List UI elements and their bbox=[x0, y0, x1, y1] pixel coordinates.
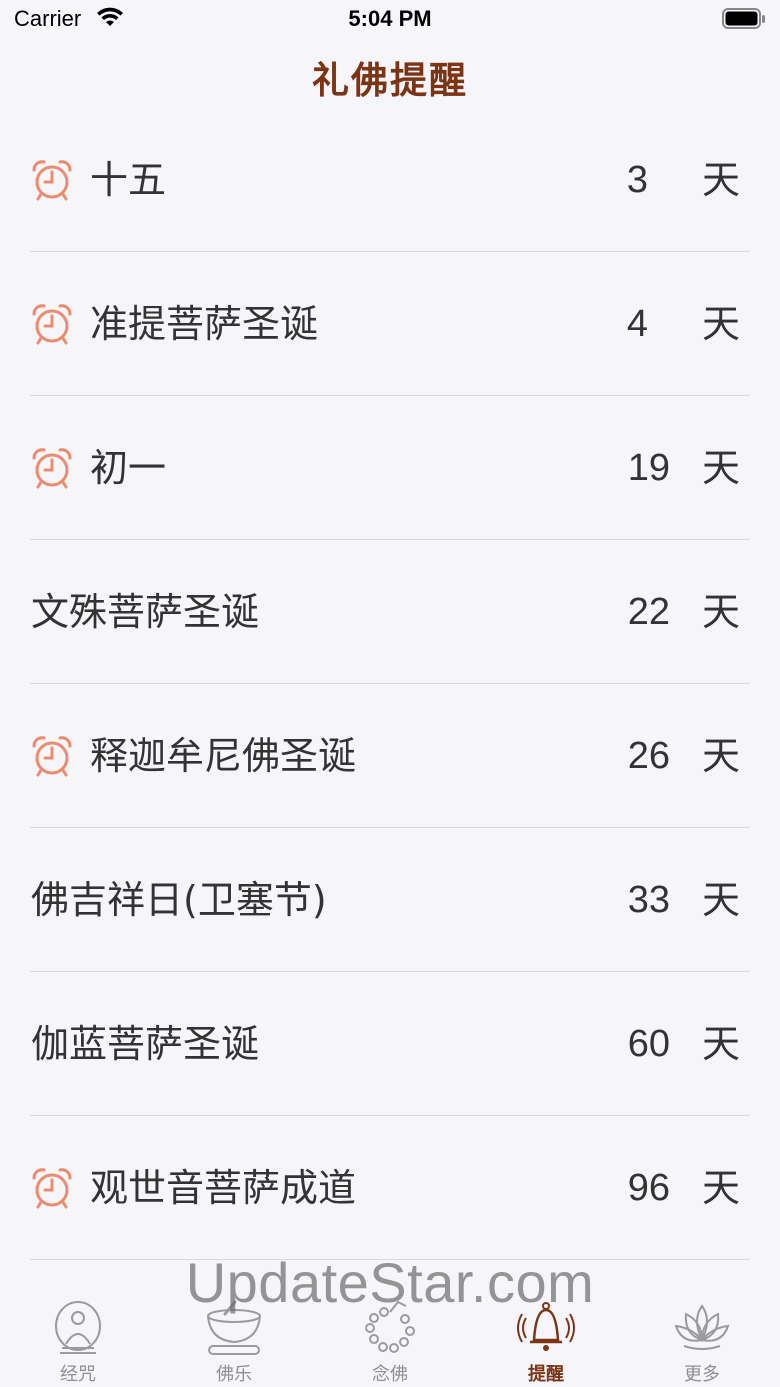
reminder-name: 文殊菩萨圣诞 bbox=[31, 590, 260, 634]
reminder-name: 观世音菩萨成道 bbox=[90, 1166, 357, 1210]
clock: 5:04 PM bbox=[348, 6, 432, 31]
reminder-list: 十五 3 天 准提菩萨圣诞 4 天 初一 19 天 文殊菩萨圣诞 22 天 释迦… bbox=[0, 108, 780, 1260]
reminder-row[interactable]: 初一 19 天 bbox=[0, 396, 780, 540]
days-unit: 天 bbox=[701, 734, 740, 778]
days-count: 22 bbox=[627, 591, 670, 633]
reminder-row[interactable]: 文殊菩萨圣诞 22 天 bbox=[0, 540, 780, 684]
days-unit: 天 bbox=[701, 878, 740, 922]
days-count: 19 bbox=[627, 447, 670, 489]
reminder-name: 释迦牟尼佛圣诞 bbox=[90, 734, 357, 778]
days-unit: 天 bbox=[701, 1166, 740, 1210]
reminder-row[interactable]: 伽蓝菩萨圣诞 60 天 bbox=[0, 972, 780, 1116]
alarm-clock-icon bbox=[32, 448, 72, 489]
tab-label: 更多 bbox=[684, 1364, 720, 1385]
days-unit: 天 bbox=[701, 302, 740, 346]
days-count: 26 bbox=[627, 735, 670, 777]
tab-label: 佛乐 bbox=[216, 1364, 252, 1385]
reminder-row[interactable]: 十五 3 天 bbox=[0, 108, 780, 252]
watermark: UpdateStar.com bbox=[185, 1251, 595, 1314]
tab-label: 提醒 bbox=[528, 1364, 564, 1385]
alarm-clock-icon bbox=[32, 736, 72, 777]
reminder-row[interactable]: 释迦牟尼佛圣诞 26 天 bbox=[0, 684, 780, 828]
reminder-row[interactable]: 佛吉祥日(卫塞节) 33 天 bbox=[0, 828, 780, 972]
days-unit: 天 bbox=[701, 446, 740, 490]
page-title: 礼佛提醒 bbox=[312, 59, 468, 102]
days-count: 33 bbox=[627, 879, 670, 921]
reminder-name: 初一 bbox=[90, 446, 167, 490]
alarm-clock-icon bbox=[32, 160, 72, 201]
reminder-name: 准提菩萨圣诞 bbox=[90, 302, 319, 346]
alarm-clock-icon bbox=[32, 1168, 72, 1209]
days-count: 4 bbox=[626, 303, 648, 345]
reminder-row[interactable]: 准提菩萨圣诞 4 天 bbox=[0, 252, 780, 396]
days-unit: 天 bbox=[701, 590, 740, 634]
days-unit: 天 bbox=[701, 158, 740, 202]
reminder-row[interactable]: 观世音菩萨成道 96 天 bbox=[0, 1116, 780, 1260]
days-count: 96 bbox=[627, 1167, 670, 1209]
reminder-name: 佛吉祥日(卫塞节) bbox=[31, 878, 327, 922]
days-count: 60 bbox=[627, 1023, 670, 1065]
days-count: 3 bbox=[626, 159, 648, 201]
tab-label: 经咒 bbox=[60, 1364, 96, 1385]
status-bar: Carrier 5:04 PM bbox=[0, 0, 780, 40]
tab-label: 念佛 bbox=[372, 1364, 408, 1385]
alarm-clock-icon bbox=[32, 304, 72, 345]
battery-icon bbox=[722, 8, 765, 29]
days-unit: 天 bbox=[701, 1022, 740, 1066]
reminder-name: 十五 bbox=[90, 158, 167, 202]
reminder-name: 伽蓝菩萨圣诞 bbox=[31, 1022, 260, 1066]
